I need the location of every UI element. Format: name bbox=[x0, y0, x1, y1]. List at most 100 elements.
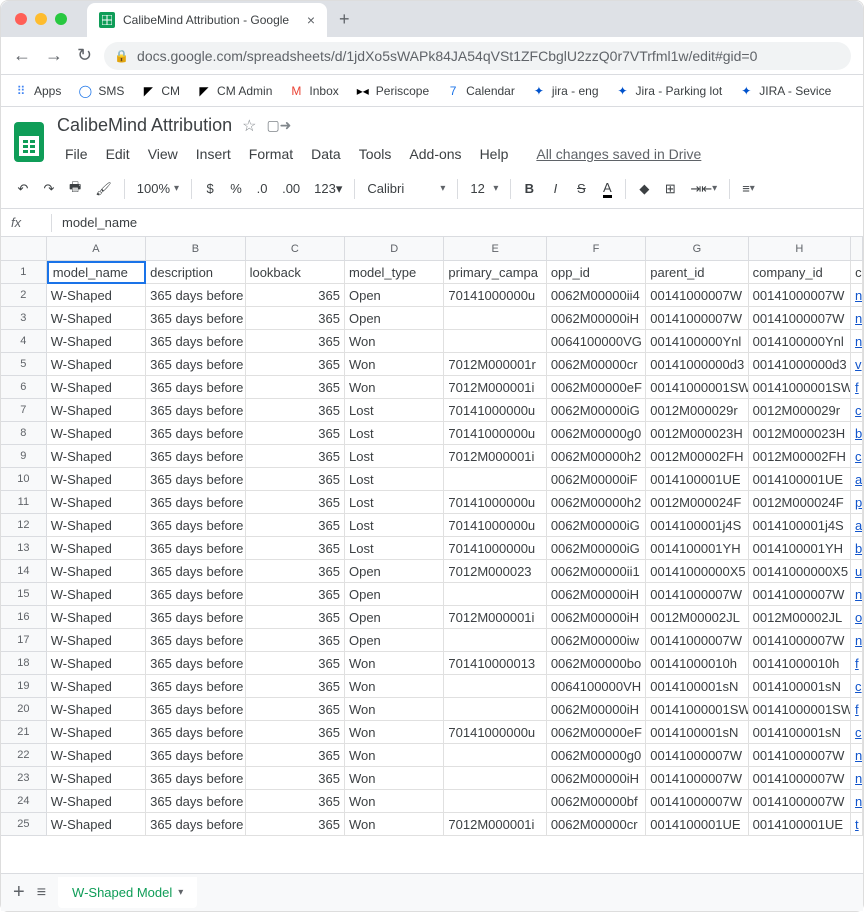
borders-button[interactable]: ⊞ bbox=[658, 177, 682, 201]
cell[interactable]: 365 bbox=[246, 721, 345, 744]
text-color-button[interactable]: A bbox=[595, 176, 619, 202]
cell[interactable]: W-Shaped bbox=[47, 790, 146, 813]
cell[interactable]: 365 bbox=[246, 583, 345, 606]
bookmark-item[interactable]: ✦Jira - Parking lot bbox=[615, 83, 723, 99]
cell[interactable]: W-Shaped bbox=[47, 445, 146, 468]
cell[interactable]: v bbox=[851, 353, 863, 376]
cell[interactable]: W-Shaped bbox=[47, 813, 146, 836]
cell[interactable]: lookback bbox=[246, 261, 345, 284]
all-sheets-button[interactable]: ≡ bbox=[37, 884, 46, 902]
cell[interactable]: 365 days before bbox=[146, 422, 245, 445]
cell[interactable]: 0062M00000iH bbox=[547, 583, 646, 606]
bookmark-item[interactable]: MInbox bbox=[288, 83, 338, 99]
cell[interactable]: 00141000000X5 bbox=[749, 560, 851, 583]
strikethrough-button[interactable]: S bbox=[569, 177, 593, 200]
cell[interactable]: Open bbox=[345, 583, 444, 606]
cell[interactable]: parent_id bbox=[646, 261, 748, 284]
back-button[interactable]: ← bbox=[13, 45, 31, 66]
cell[interactable]: n bbox=[851, 767, 863, 790]
cell[interactable]: 7012M000001i bbox=[444, 606, 546, 629]
cell[interactable]: 365 bbox=[246, 491, 345, 514]
column-header[interactable]: A bbox=[47, 237, 146, 260]
forward-button[interactable]: → bbox=[45, 45, 63, 66]
cell[interactable]: opp_id bbox=[547, 261, 646, 284]
row-header[interactable]: 8 bbox=[1, 422, 47, 445]
reload-button[interactable]: ↻ bbox=[77, 45, 92, 66]
cell[interactable]: 70141000000u bbox=[444, 537, 546, 560]
menu-edit[interactable]: Edit bbox=[98, 142, 138, 166]
cell[interactable]: 00141000007W bbox=[749, 629, 851, 652]
row-header[interactable]: 1 bbox=[1, 261, 47, 284]
cell[interactable]: 0012M00002JL bbox=[646, 606, 748, 629]
cell[interactable]: 365 days before bbox=[146, 376, 245, 399]
cell[interactable]: 365 bbox=[246, 445, 345, 468]
row-header[interactable]: 13 bbox=[1, 537, 47, 560]
cell[interactable]: 365 bbox=[246, 606, 345, 629]
cell[interactable]: Won bbox=[345, 790, 444, 813]
cell[interactable]: Won bbox=[345, 721, 444, 744]
formula-input[interactable]: model_name bbox=[62, 215, 853, 230]
cell[interactable]: 0014100001sN bbox=[646, 675, 748, 698]
cell[interactable]: 00141000000d3 bbox=[749, 353, 851, 376]
print-button[interactable]: 🖶 bbox=[63, 174, 87, 204]
cell[interactable]: 0062M00000eF bbox=[547, 376, 646, 399]
cell[interactable] bbox=[444, 767, 546, 790]
cell[interactable]: 0014100001UE bbox=[646, 813, 748, 836]
maximize-window-button[interactable] bbox=[55, 13, 67, 25]
cell[interactable]: 365 days before bbox=[146, 813, 245, 836]
cell[interactable]: 365 bbox=[246, 629, 345, 652]
minimize-window-button[interactable] bbox=[35, 13, 47, 25]
cell[interactable]: Won bbox=[345, 330, 444, 353]
cell[interactable]: 0012M000023H bbox=[646, 422, 748, 445]
cell[interactable]: 365 bbox=[246, 468, 345, 491]
column-header[interactable]: F bbox=[547, 237, 646, 260]
select-all-corner[interactable] bbox=[1, 237, 47, 260]
bookmark-item[interactable]: ✦jira - eng bbox=[531, 83, 599, 99]
cell[interactable]: W-Shaped bbox=[47, 284, 146, 307]
cell[interactable]: Won bbox=[345, 813, 444, 836]
cell[interactable]: W-Shaped bbox=[47, 514, 146, 537]
cell[interactable]: W-Shaped bbox=[47, 399, 146, 422]
cell[interactable]: 365 days before bbox=[146, 491, 245, 514]
cell[interactable]: primary_campa bbox=[444, 261, 546, 284]
cell[interactable]: a bbox=[851, 514, 863, 537]
cell[interactable]: b bbox=[851, 422, 863, 445]
cell[interactable] bbox=[444, 307, 546, 330]
cell[interactable]: 365 days before bbox=[146, 307, 245, 330]
cell[interactable]: W-Shaped bbox=[47, 307, 146, 330]
cell[interactable]: 365 days before bbox=[146, 560, 245, 583]
cell[interactable]: 0014100000Ynl bbox=[749, 330, 851, 353]
row-header[interactable]: 12 bbox=[1, 514, 47, 537]
cell[interactable]: 00141000007W bbox=[646, 790, 748, 813]
cell[interactable]: W-Shaped bbox=[47, 652, 146, 675]
cell[interactable]: 0062M00000ii4 bbox=[547, 284, 646, 307]
cell[interactable]: 365 days before bbox=[146, 445, 245, 468]
cell[interactable]: 365 days before bbox=[146, 399, 245, 422]
column-header[interactable] bbox=[851, 237, 863, 260]
cell[interactable]: 365 days before bbox=[146, 744, 245, 767]
row-header[interactable]: 18 bbox=[1, 652, 47, 675]
bookmark-item[interactable]: ◤CM bbox=[140, 83, 180, 99]
column-header[interactable]: H bbox=[749, 237, 851, 260]
cell[interactable]: Lost bbox=[345, 399, 444, 422]
cell[interactable]: company_id bbox=[749, 261, 851, 284]
cell[interactable]: 701410000013 bbox=[444, 652, 546, 675]
align-button[interactable]: ≡ ▾ bbox=[736, 177, 761, 200]
add-sheet-button[interactable]: + bbox=[13, 881, 25, 904]
cell[interactable]: 7012M000001i bbox=[444, 445, 546, 468]
menu-file[interactable]: File bbox=[57, 142, 96, 166]
bookmark-item[interactable]: ⠿Apps bbox=[13, 83, 61, 99]
cell[interactable]: 00141000007W bbox=[749, 284, 851, 307]
cell[interactable]: W-Shaped bbox=[47, 537, 146, 560]
cell[interactable]: 0064100000VH bbox=[547, 675, 646, 698]
row-header[interactable]: 3 bbox=[1, 307, 47, 330]
cell[interactable]: c bbox=[851, 721, 863, 744]
font-size-dropdown[interactable]: 12 ▾ bbox=[464, 177, 504, 200]
percent-button[interactable]: % bbox=[224, 177, 248, 200]
cell[interactable]: W-Shaped bbox=[47, 744, 146, 767]
cell[interactable]: 0062M00000iw bbox=[547, 629, 646, 652]
cell[interactable]: Open bbox=[345, 629, 444, 652]
cell[interactable]: 365 bbox=[246, 767, 345, 790]
bookmark-item[interactable]: ✦JIRA - Sevice bbox=[738, 83, 831, 99]
cell[interactable]: 00141000000X5 bbox=[646, 560, 748, 583]
